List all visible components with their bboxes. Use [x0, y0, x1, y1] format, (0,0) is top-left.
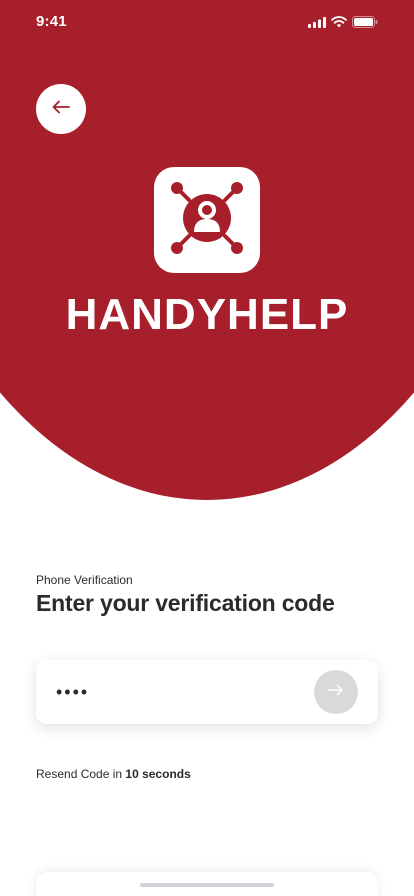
- status-icons: [308, 15, 378, 33]
- home-indicator: [140, 883, 274, 887]
- verification-code-card: [36, 660, 378, 724]
- status-time: 9:41: [36, 13, 67, 30]
- screen: 9:41 HANDYHELP Phone Verification Enter …: [0, 0, 414, 896]
- page-title: Enter your verification code: [36, 590, 335, 616]
- wifi-icon: [331, 15, 347, 33]
- submit-code-button[interactable]: [314, 670, 358, 714]
- resend-code-text: Resend Code in 10 seconds: [36, 767, 191, 781]
- network-person-icon: [165, 176, 249, 265]
- arrow-right-icon: [328, 683, 344, 701]
- app-logo: [154, 167, 260, 273]
- battery-icon: [352, 15, 378, 33]
- arrow-left-icon: [52, 100, 70, 119]
- resend-prefix: Resend Code in: [36, 767, 123, 781]
- section-caption: Phone Verification: [36, 573, 133, 587]
- back-button[interactable]: [36, 84, 86, 134]
- verification-code-input[interactable]: [56, 680, 306, 704]
- signal-icon: [308, 15, 326, 33]
- brand-name: HANDYHELP: [65, 290, 349, 339]
- status-bar: 9:41: [0, 0, 414, 44]
- resend-countdown: 10 seconds: [125, 767, 191, 781]
